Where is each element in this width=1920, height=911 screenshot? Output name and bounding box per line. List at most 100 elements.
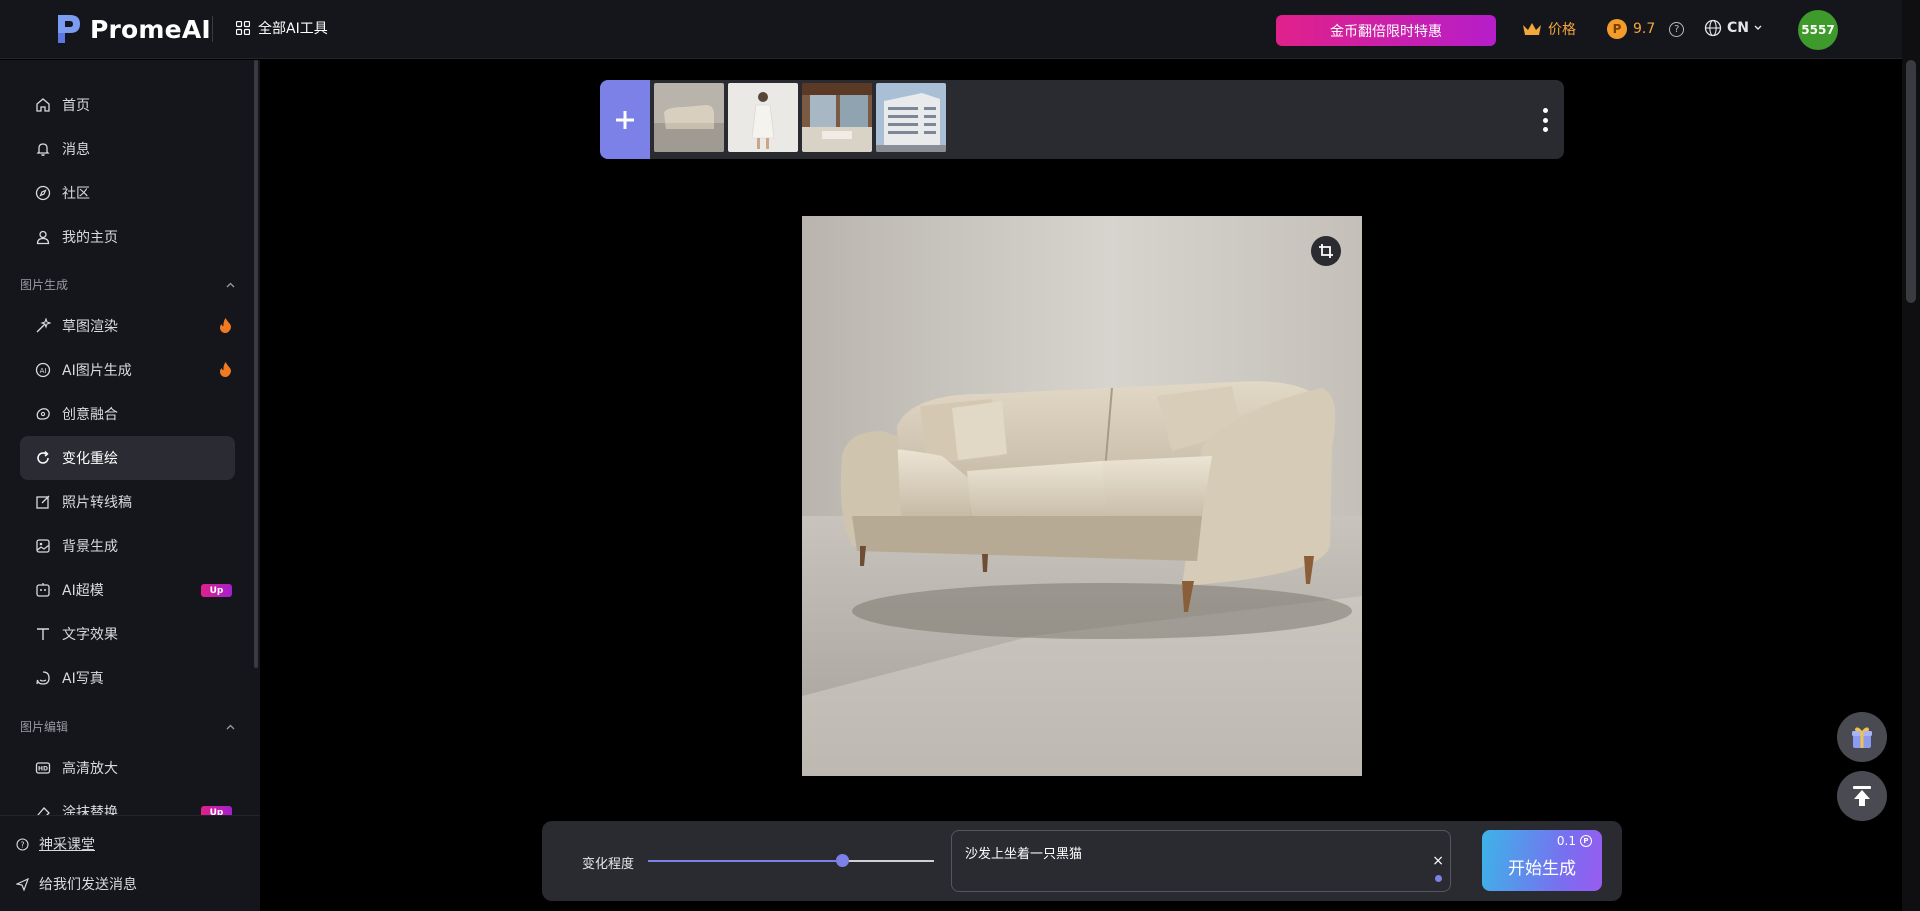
- result-image: [802, 216, 1362, 776]
- up-badge: Up: [201, 584, 232, 597]
- chevron-up-icon: [226, 282, 235, 287]
- thumbnail-woman[interactable]: [728, 83, 798, 152]
- gift-button[interactable]: [1837, 712, 1887, 762]
- sidebar-item-my-page[interactable]: 我的主页: [20, 215, 235, 259]
- page-scrollbar-thumb[interactable]: [1906, 60, 1916, 303]
- send-icon: [16, 877, 29, 891]
- ai-image-icon: AI: [34, 361, 52, 379]
- pricing-link[interactable]: 价格: [1522, 19, 1576, 39]
- sidebar-item-ai-image-gen[interactable]: AI AI图片生成: [20, 348, 235, 392]
- generate-cost-value: 0.1: [1556, 834, 1576, 848]
- bell-icon: [34, 140, 52, 158]
- coin-balance[interactable]: P 9.7 ?: [1607, 19, 1685, 39]
- sidebar-item-community[interactable]: 社区: [20, 171, 235, 215]
- clear-prompt-icon[interactable]: ×: [1432, 853, 1444, 869]
- logo-text: PromeAI: [90, 14, 211, 44]
- sidebar-item-sketch-render[interactable]: 草图渲染: [20, 304, 235, 348]
- variation-label: 变化程度: [582, 857, 635, 872]
- prompt-indicator-dot: [1435, 875, 1442, 882]
- text-icon: [34, 625, 52, 643]
- sofa-image: [802, 216, 1362, 776]
- course-link[interactable]: ? 神采课堂: [16, 834, 95, 854]
- all-ai-tools-button[interactable]: 全部AI工具: [236, 18, 328, 38]
- arrow-up-icon: [1853, 786, 1871, 806]
- promeai-logo[interactable]: PromeAI: [54, 11, 211, 47]
- variation-slider-fill: [648, 860, 843, 862]
- feedback-link[interactable]: 给我们发送消息: [16, 874, 137, 894]
- compass-icon: [34, 184, 52, 202]
- history-thumbnail-bar: [600, 80, 1564, 159]
- help-icon[interactable]: ?: [1669, 21, 1685, 37]
- feedback-label: 给我们发送消息: [39, 877, 137, 893]
- sidebar-item-ai-portrait[interactable]: AI写真: [20, 656, 235, 700]
- section-image-generation[interactable]: 图片生成: [20, 276, 235, 293]
- home-icon: [34, 96, 52, 114]
- variation-slider-handle[interactable]: [836, 854, 850, 867]
- coin-icon: P: [1580, 835, 1592, 847]
- generation-control-panel: 变化程度 沙发上坐着一只黑猫 × 0.1 P 开始生成: [542, 821, 1622, 901]
- sidebar-item-messages[interactable]: 消息: [20, 127, 235, 171]
- pricing-label: 价格: [1548, 22, 1576, 38]
- language-selector[interactable]: CN: [1704, 19, 1762, 37]
- prompt-input[interactable]: 沙发上坐着一只黑猫 ×: [951, 830, 1451, 892]
- question-circle-icon: ?: [16, 837, 29, 851]
- thumbnail-building[interactable]: [876, 83, 946, 152]
- sidebar-item-photo-to-lineart[interactable]: 照片转线稿: [20, 480, 235, 524]
- portrait-icon: [34, 669, 52, 687]
- sidebar-item-ai-model[interactable]: AI超模 Up: [20, 568, 235, 612]
- grid-icon: [236, 21, 250, 35]
- sidebar-item-variation-redraw[interactable]: 变化重绘: [20, 436, 235, 480]
- section-title: 图片生成: [20, 278, 69, 292]
- sidebar-item-creative-fusion[interactable]: 创意融合: [20, 392, 235, 436]
- sidebar-scrollbar[interactable]: [254, 60, 258, 668]
- svg-text:AI: AI: [40, 367, 47, 375]
- back-to-top-button[interactable]: [1837, 771, 1887, 821]
- variation-slider-track: [842, 860, 934, 862]
- sidebar-item-label: AI图片生成: [62, 363, 132, 379]
- sidebar-item-label: 社区: [62, 186, 90, 202]
- sidebar-item-label: 草图渲染: [62, 319, 118, 335]
- sidebar-item-home[interactable]: 首页: [20, 83, 235, 127]
- sidebar: 首页 消息 社区 我的主页 图片生成 草图渲染 AI AI图片生成 创意融合 变…: [0, 60, 260, 911]
- fire-icon: [219, 362, 231, 377]
- sidebar-item-background-gen[interactable]: 背景生成: [20, 524, 235, 568]
- start-generate-button[interactable]: 0.1 P 开始生成: [1482, 830, 1602, 891]
- variation-slider[interactable]: [648, 854, 934, 867]
- sidebar-item-text-effect[interactable]: 文字效果: [20, 612, 235, 656]
- sidebar-item-label: AI超模: [62, 583, 104, 599]
- sidebar-item-label: 背景生成: [62, 539, 118, 555]
- user-avatar[interactable]: 5557: [1798, 10, 1838, 50]
- plus-icon: [616, 110, 634, 129]
- robot-icon: [34, 581, 52, 599]
- section-image-edit[interactable]: 图片编辑: [20, 718, 235, 735]
- chevron-up-icon: [226, 724, 235, 729]
- add-image-button[interactable]: [600, 80, 650, 159]
- sidebar-item-hd-upscale[interactable]: HD 高清放大: [20, 746, 235, 790]
- sidebar-item-label: 变化重绘: [62, 451, 118, 467]
- coin-icon: P: [1607, 19, 1627, 39]
- sidebar-item-label: 首页: [62, 98, 90, 114]
- course-label: 神采课堂: [39, 837, 95, 853]
- section-title: 图片编辑: [20, 720, 69, 734]
- hd-icon: HD: [34, 759, 52, 777]
- sidebar-item-label: 高清放大: [62, 761, 118, 777]
- crop-icon[interactable]: [1311, 236, 1341, 266]
- prompt-text: 沙发上坐着一只黑猫: [965, 847, 1083, 862]
- promeai-logo-icon: [58, 15, 80, 43]
- thumbnail-sofa[interactable]: [654, 83, 724, 152]
- sidebar-item-label: 文字效果: [62, 627, 118, 643]
- image-icon: [34, 537, 52, 555]
- promo-button[interactable]: 金币翻倍限时特惠: [1276, 15, 1496, 46]
- gift-icon: [1852, 727, 1872, 748]
- page-scrollbar[interactable]: [1902, 0, 1920, 911]
- all-ai-tools-label: 全部AI工具: [258, 21, 328, 37]
- more-options-icon[interactable]: [1541, 108, 1549, 132]
- svg-text:?: ?: [20, 840, 24, 849]
- chevron-down-icon: [1754, 25, 1762, 30]
- start-generate-label: 开始生成: [1508, 859, 1576, 879]
- header-divider: [212, 16, 213, 42]
- refresh-icon: [34, 449, 52, 467]
- thumbnail-interior[interactable]: [802, 83, 872, 152]
- globe-icon: [1704, 19, 1722, 37]
- sidebar-item-label: 我的主页: [62, 230, 118, 246]
